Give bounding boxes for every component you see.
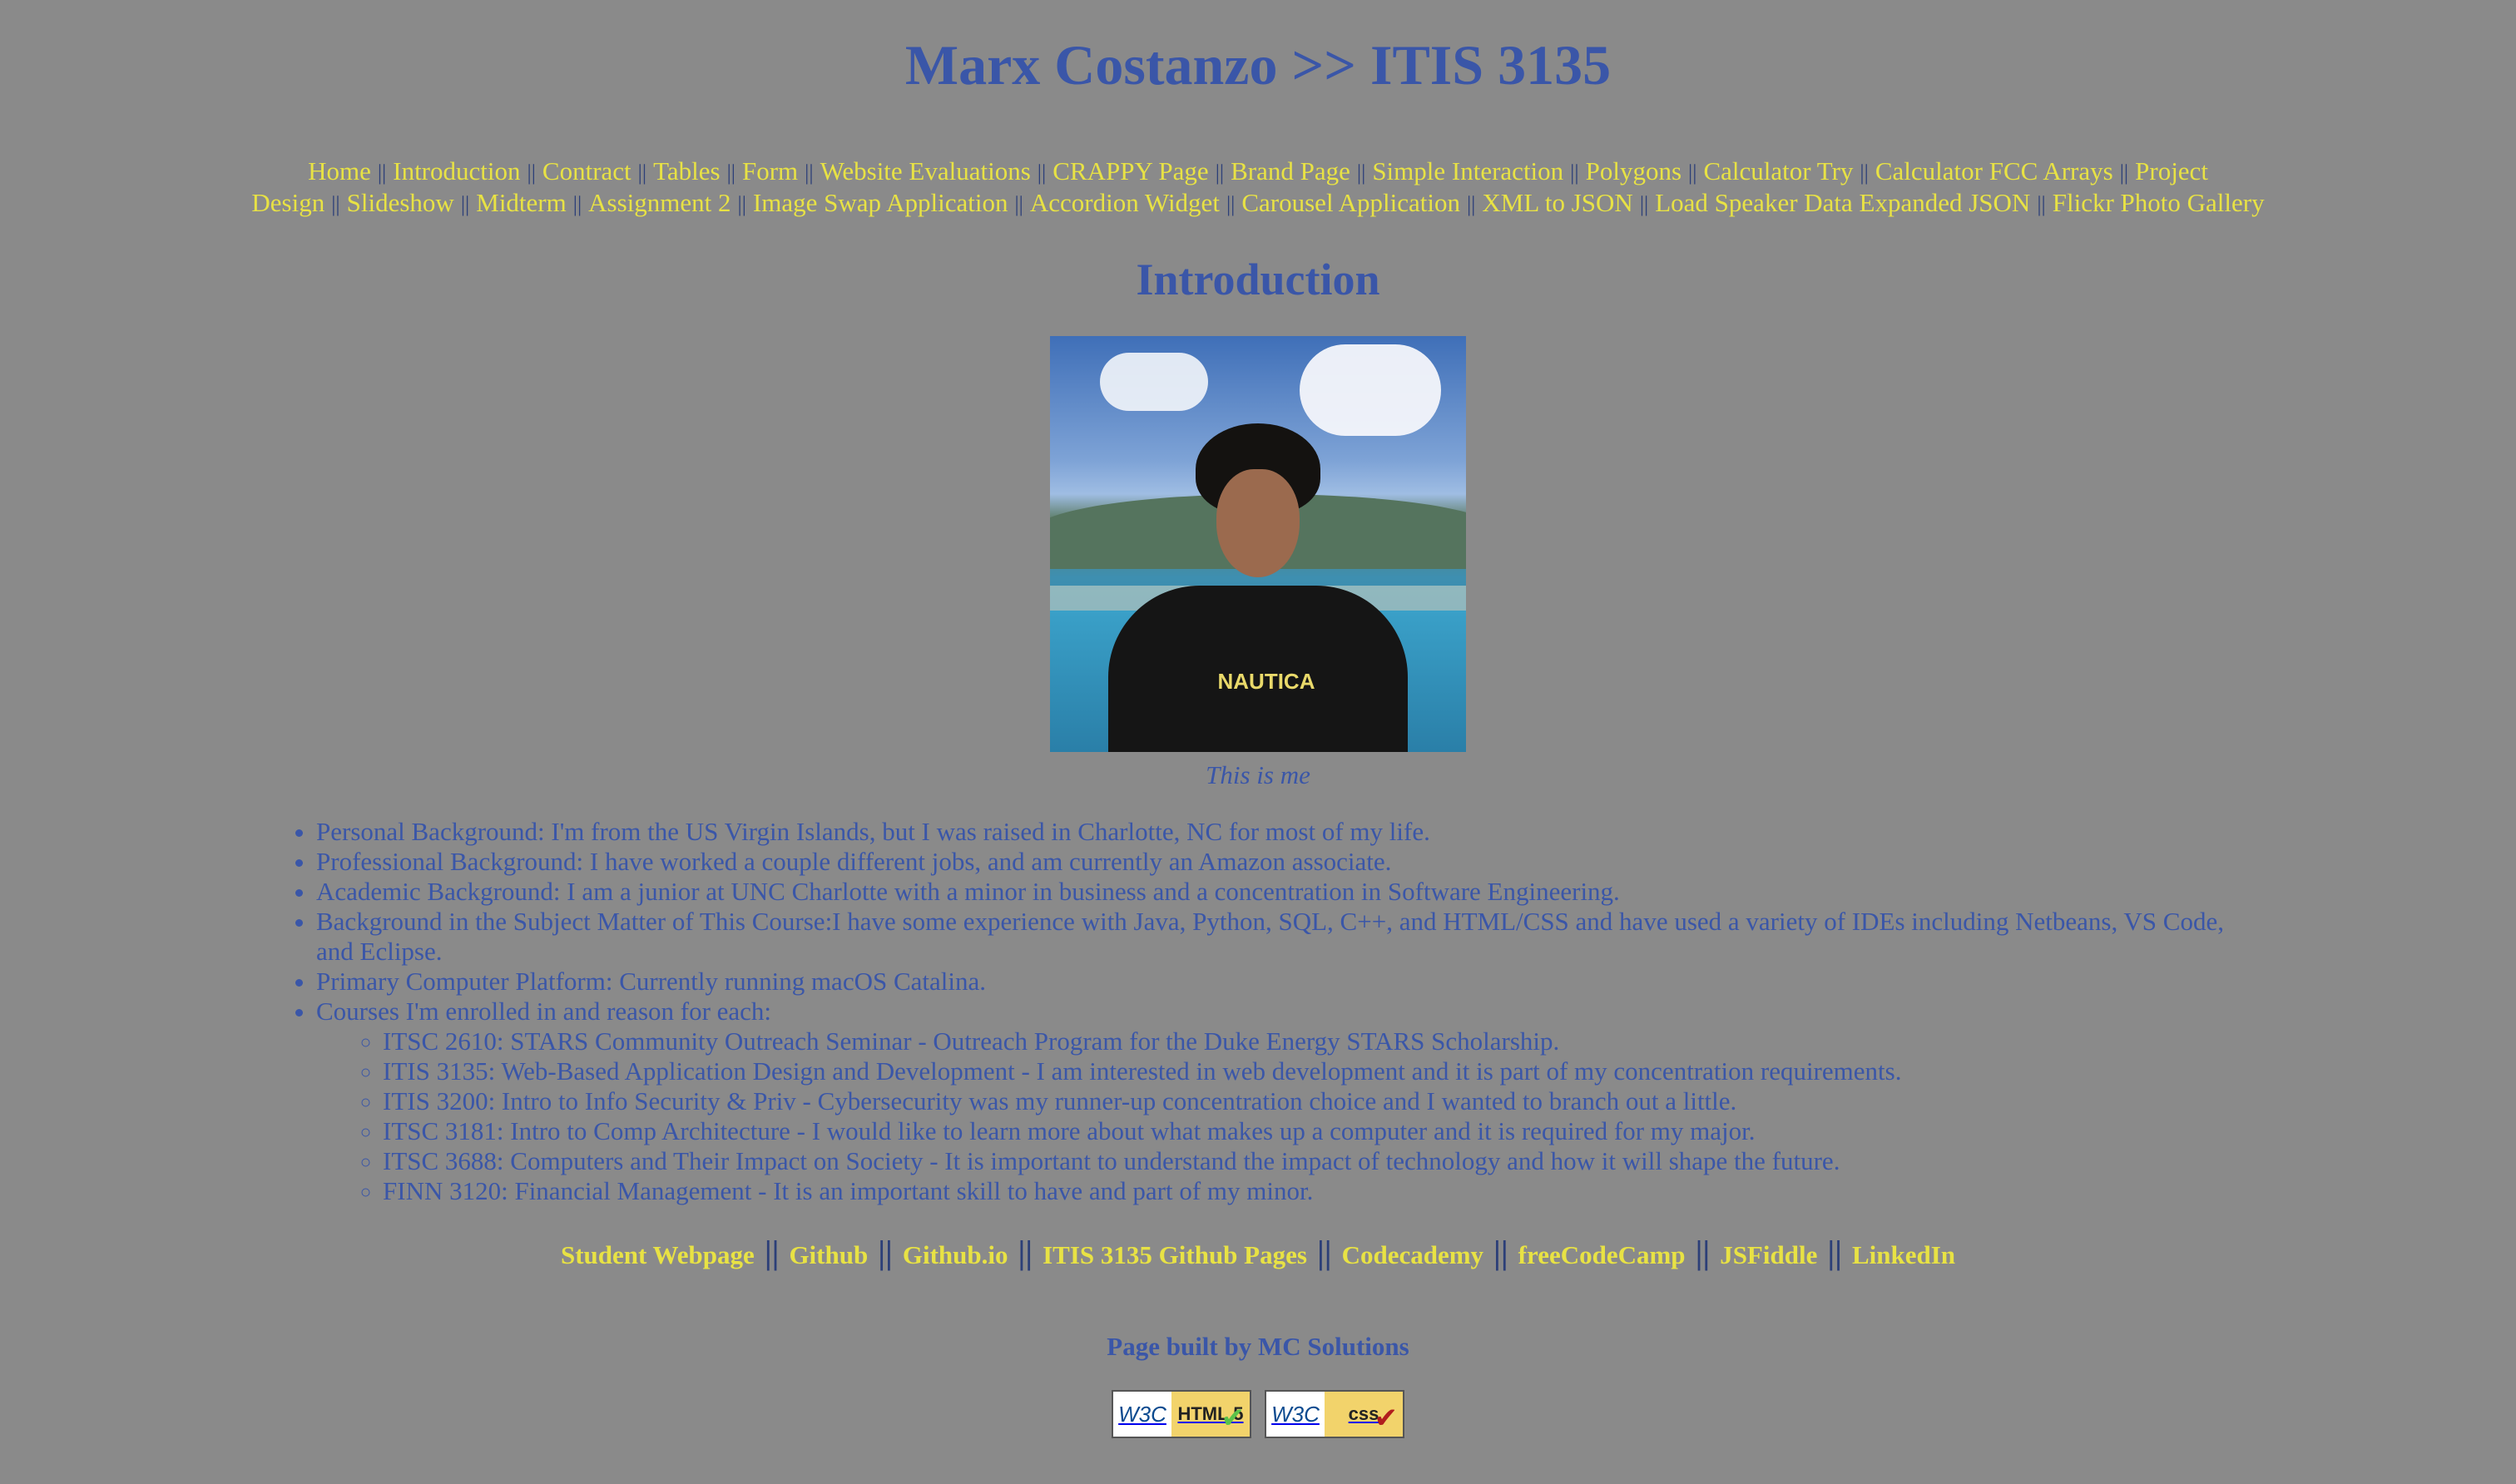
nav-link-calculator-fcc-arrays[interactable]: Calculator FCC Arrays bbox=[1875, 156, 2113, 186]
bio-item-academic: Academic Background: I am a junior at UN… bbox=[316, 877, 2233, 907]
nav-separator: || bbox=[377, 161, 387, 185]
nav-separator: || bbox=[1860, 161, 1869, 185]
bio-item-subject-background: Background in the Subject Matter of This… bbox=[316, 907, 2233, 967]
nav-link-contract[interactable]: Contract bbox=[542, 156, 631, 186]
nav-link-website-evaluations[interactable]: Website Evaluations bbox=[820, 156, 1031, 186]
courses-heading: Courses I'm enrolled in and reason for e… bbox=[316, 997, 772, 1026]
footer-link-student-webpage[interactable]: Student Webpage bbox=[561, 1240, 755, 1269]
nav-link-slideshow[interactable]: Slideshow bbox=[347, 188, 454, 217]
nav-separator: || bbox=[1688, 161, 1697, 185]
nav-separator: || bbox=[1570, 161, 1579, 185]
nav-link-brand-page[interactable]: Brand Page bbox=[1231, 156, 1350, 186]
bio-item-platform: Primary Computer Platform: Currently run… bbox=[316, 967, 2233, 997]
nav-link-flickr-photo-gallery[interactable]: Flickr Photo Gallery bbox=[2053, 188, 2265, 217]
nav-separator: || bbox=[637, 161, 647, 185]
footer-link-github[interactable]: Github bbox=[789, 1240, 868, 1269]
courses-list: ITSC 2610: STARS Community Outreach Semi… bbox=[316, 1026, 2233, 1206]
nav-link-form[interactable]: Form bbox=[742, 156, 798, 186]
validation-badges: W3C HTML 5 ✔ W3C css ✔ bbox=[0, 1390, 2516, 1438]
nav-separator: || bbox=[1356, 161, 1366, 185]
nav-separator: || bbox=[1014, 192, 1023, 216]
footer-link-codecademy[interactable]: Codecademy bbox=[1342, 1240, 1483, 1269]
photo-caption: This is me bbox=[1206, 760, 1310, 789]
nav-link-calculator-try[interactable]: Calculator Try bbox=[1703, 156, 1853, 186]
nav-link-xml-to-json[interactable]: XML to JSON bbox=[1482, 188, 1632, 217]
photo-cloud bbox=[1300, 344, 1441, 436]
section-title: Introduction bbox=[1136, 255, 1380, 304]
footer-link-freecodecamp[interactable]: freeCodeCamp bbox=[1518, 1240, 1686, 1269]
nav-separator: || bbox=[737, 192, 746, 216]
nav-link-introduction[interactable]: Introduction bbox=[393, 156, 520, 186]
nav-link-crappy-page[interactable]: CRAPPY Page bbox=[1052, 156, 1208, 186]
footer-link-jsfiddle[interactable]: JSFiddle bbox=[1720, 1240, 1817, 1269]
html5-badge-label: HTML 5 ✔ bbox=[1171, 1392, 1250, 1437]
footer-link-linkedin[interactable]: LinkedIn bbox=[1852, 1240, 1955, 1269]
footer-separator: || bbox=[1018, 1234, 1033, 1271]
nav-separator: || bbox=[805, 161, 814, 185]
bio-item-personal: Personal Background: I'm from the US Vir… bbox=[316, 817, 2233, 847]
course-item: ITIS 3135: Web-Based Application Design … bbox=[383, 1056, 2233, 1086]
footer-separator: || bbox=[1695, 1234, 1711, 1271]
footer-separator: || bbox=[764, 1234, 780, 1271]
course-item: FINN 3120: Financial Management - It is … bbox=[383, 1176, 2233, 1206]
built-by-text: Page built by MC Solutions bbox=[1107, 1332, 1409, 1361]
nav-link-home[interactable]: Home bbox=[308, 156, 371, 186]
main-content: Introduction NAUTICA This is me Personal… bbox=[0, 253, 2516, 1206]
nav-separator: || bbox=[1226, 192, 1236, 216]
w3c-html-badge[interactable]: W3C HTML 5 ✔ bbox=[1112, 1390, 1251, 1438]
footer-separator: || bbox=[1827, 1234, 1842, 1271]
w3c-logo-icon: W3C bbox=[1266, 1392, 1325, 1437]
nav-separator: || bbox=[460, 192, 470, 216]
course-item: ITSC 3688: Computers and Their Impact on… bbox=[383, 1146, 2233, 1176]
footer-separator: || bbox=[1493, 1234, 1508, 1271]
portrait-figure: NAUTICA This is me bbox=[1050, 336, 1466, 790]
nav-separator: || bbox=[331, 192, 340, 216]
footer-link-itis-3135-github-pages[interactable]: ITIS 3135 Github Pages bbox=[1043, 1240, 1307, 1269]
nav-separator: || bbox=[1215, 161, 1225, 185]
nav-separator: || bbox=[2119, 161, 2129, 185]
nav-link-image-swap-application[interactable]: Image Swap Application bbox=[753, 188, 1008, 217]
nav-link-load-speaker-data-expanded-json[interactable]: Load Speaker Data Expanded JSON bbox=[1655, 188, 2030, 217]
nav-separator: || bbox=[572, 192, 582, 216]
photo-person-face bbox=[1216, 469, 1300, 577]
photo-cloud bbox=[1100, 353, 1208, 411]
nav-link-carousel-application[interactable]: Carousel Application bbox=[1241, 188, 1460, 217]
nav-link-simple-interaction[interactable]: Simple Interaction bbox=[1372, 156, 1563, 186]
nav-separator: || bbox=[2037, 192, 2046, 216]
footer-separator: || bbox=[1316, 1234, 1332, 1271]
w3c-logo-icon: W3C bbox=[1113, 1392, 1171, 1437]
checkmark-icon: ✔ bbox=[1221, 1402, 1246, 1434]
footer-separator: || bbox=[878, 1234, 893, 1271]
page: Marx Costanzo >> ITIS 3135 Home || Introdu… bbox=[0, 0, 2516, 1484]
course-item: ITSC 3181: Intro to Comp Architecture - … bbox=[383, 1116, 2233, 1146]
nav-separator: || bbox=[1466, 192, 1476, 216]
nav-link-assignment-2[interactable]: Assignment 2 bbox=[588, 188, 731, 217]
site-footer: Student Webpage || Github || Github.io || ITIS… bbox=[0, 1236, 2516, 1438]
course-item: ITSC 2610: STARS Community Outreach Semi… bbox=[383, 1026, 2233, 1056]
nav-link-polygons[interactable]: Polygons bbox=[1586, 156, 1681, 186]
checkmark-icon: ✔ bbox=[1374, 1402, 1399, 1434]
portrait-photo: NAUTICA bbox=[1050, 336, 1466, 752]
nav-separator: || bbox=[1037, 161, 1047, 185]
bio-item-courses: Courses I'm enrolled in and reason for e… bbox=[316, 997, 2233, 1206]
footer-links: Student Webpage || Github || Github.io || ITIS… bbox=[0, 1236, 2516, 1272]
css-badge-label: css ✔ bbox=[1325, 1392, 1403, 1437]
bio-item-professional: Professional Background: I have worked a… bbox=[316, 847, 2233, 877]
nav-link-accordion-widget[interactable]: Accordion Widget bbox=[1030, 188, 1220, 217]
nav-link-tables[interactable]: Tables bbox=[653, 156, 720, 186]
photo-shirt-logo: NAUTICA bbox=[1217, 669, 1315, 694]
nav-separator: || bbox=[527, 161, 536, 185]
bio-list: Personal Background: I'm from the US Vir… bbox=[0, 817, 2516, 1206]
course-item: ITIS 3200: Intro to Info Security & Priv… bbox=[383, 1086, 2233, 1116]
main-nav: Home || Introduction || Contract || Tables || Fo… bbox=[143, 156, 2373, 220]
page-title: Marx Costanzo >> ITIS 3135 bbox=[904, 33, 1612, 96]
nav-separator: || bbox=[726, 161, 735, 185]
nav-link-midterm[interactable]: Midterm bbox=[476, 188, 567, 217]
footer-link-github-io[interactable]: Github.io bbox=[903, 1240, 1008, 1269]
w3c-css-badge[interactable]: W3C css ✔ bbox=[1265, 1390, 1404, 1438]
nav-separator: || bbox=[1639, 192, 1649, 216]
